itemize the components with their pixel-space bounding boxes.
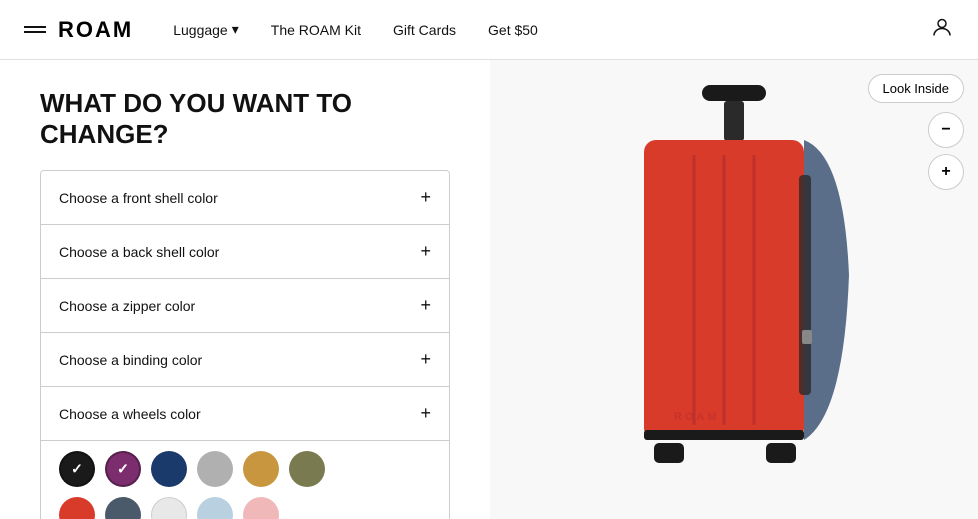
luggage-image: ROAM	[584, 75, 884, 505]
accordion-item-front-shell[interactable]: Choose a front shell color +	[41, 171, 449, 225]
accordion-item-binding[interactable]: Choose a binding color +	[41, 333, 449, 387]
accordion-item-zipper[interactable]: Choose a zipper color +	[41, 279, 449, 333]
expand-icon: +	[420, 187, 431, 208]
accordion-item-back-shell[interactable]: Choose a back shell color +	[41, 225, 449, 279]
swatch-tan[interactable]	[243, 451, 279, 487]
swatch-navy[interactable]	[151, 451, 187, 487]
page-title: WHAT DO YOU WANT TO CHANGE?	[40, 88, 450, 150]
swatch-white[interactable]	[151, 497, 187, 519]
accordion-item-wheels[interactable]: Choose a wheels color +	[41, 387, 449, 441]
swatch-light-blue[interactable]	[197, 497, 233, 519]
swatch-black[interactable]	[59, 451, 95, 487]
swatch-row-2	[59, 497, 431, 519]
zoom-in-button[interactable]: +	[928, 154, 964, 190]
look-inside-button[interactable]: Look Inside	[868, 74, 965, 103]
expand-icon: +	[420, 403, 431, 424]
zoom-out-button[interactable]: −	[928, 112, 964, 148]
chevron-down-icon: ▾	[232, 21, 239, 38]
swatch-olive[interactable]	[289, 451, 325, 487]
expand-icon: +	[420, 295, 431, 316]
nav-link-luggage[interactable]: Luggage ▾	[173, 21, 239, 38]
zoom-controls: − +	[928, 112, 964, 190]
nav-link-gift-cards[interactable]: Gift Cards	[393, 22, 456, 38]
svg-text:ROAM: ROAM	[674, 411, 720, 423]
expand-icon: +	[420, 241, 431, 262]
nav-link-roam-kit[interactable]: The ROAM Kit	[271, 22, 361, 38]
navigation: ROAM Luggage ▾ The ROAM Kit Gift Cards G…	[0, 0, 978, 60]
person-icon	[930, 15, 954, 39]
left-panel: WHAT DO YOU WANT TO CHANGE? Choose a fro…	[0, 60, 490, 519]
swatch-red[interactable]	[59, 497, 95, 519]
swatch-section: ✓	[41, 451, 449, 519]
accordion: Choose a front shell color + Choose a ba…	[40, 170, 450, 519]
swatch-row-1: ✓	[59, 451, 431, 487]
expand-icon: +	[420, 349, 431, 370]
nav-links: Luggage ▾ The ROAM Kit Gift Cards Get $5…	[173, 21, 538, 38]
logo[interactable]: ROAM	[24, 17, 133, 43]
logo-text: ROAM	[58, 17, 133, 43]
main-content: WHAT DO YOU WANT TO CHANGE? Choose a fro…	[0, 60, 978, 519]
nav-link-get-50[interactable]: Get $50	[488, 22, 538, 38]
swatch-purple[interactable]: ✓	[105, 451, 141, 487]
swatch-slate[interactable]	[105, 497, 141, 519]
swatch-pink[interactable]	[243, 497, 279, 519]
swatch-silver[interactable]	[197, 451, 233, 487]
right-panel: Look Inside − + ROAM	[490, 60, 978, 519]
account-button[interactable]	[930, 15, 954, 44]
logo-lines-icon	[24, 26, 46, 33]
